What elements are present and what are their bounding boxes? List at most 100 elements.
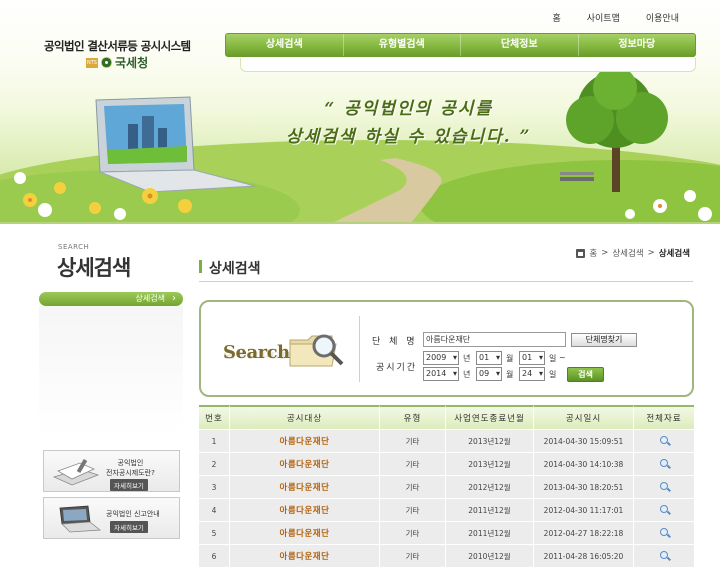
row-no: 5 [199, 522, 229, 544]
home-icon[interactable] [576, 248, 586, 258]
magnifier-icon[interactable] [660, 459, 668, 467]
row-date: 2014-04-30 15:09:51 [533, 430, 633, 452]
breadcrumb-current: 상세검색 [658, 249, 690, 259]
from-month-unit: 월 [506, 354, 514, 363]
row-fiscal-end: 2012년12월 [445, 476, 533, 498]
util-link-guide[interactable]: 이용안내 [633, 11, 692, 24]
nav-item-info-plaza[interactable]: 정보마당 [577, 34, 696, 56]
folder-magnifier-icon [289, 334, 344, 367]
from-year-select[interactable]: 2009 [423, 351, 459, 365]
from-day-select[interactable]: 01 [519, 351, 545, 365]
row-no: 2 [199, 453, 229, 475]
row-fiscal-end: 2011년12월 [445, 499, 533, 521]
search-logo-reflection: Search [223, 349, 293, 361]
row-fiscal-end: 2011년12월 [445, 522, 533, 544]
row-type: 기타 [379, 522, 445, 544]
slogan-line-2: 상세검색 하실 수 있습니다. ” [286, 127, 532, 147]
row-org-link[interactable]: 아름다운재단 [229, 545, 379, 567]
row-fiscal-end: 2010년12월 [445, 545, 533, 567]
row-view-cell [633, 499, 694, 521]
agency-logo[interactable]: NTS 국세청 [86, 54, 148, 71]
table-row: 2 아름다운재단 기타 2013년12월 2014-04-30 14:10:38 [199, 453, 694, 475]
from-month-select[interactable]: 01 [476, 351, 502, 365]
row-org-link[interactable]: 아름다운재단 [229, 453, 379, 475]
row-date: 2014-04-30 14:10:38 [533, 453, 633, 475]
row-no: 6 [199, 545, 229, 567]
row-no: 4 [199, 499, 229, 521]
row-view-cell [633, 522, 694, 544]
magnifier-icon[interactable] [660, 528, 668, 536]
to-year-unit: 년 [463, 370, 471, 379]
to-month-unit: 월 [506, 370, 514, 379]
row-date: 2011-04-28 16:05:20 [533, 545, 633, 567]
magnifier-icon[interactable] [660, 482, 668, 490]
row-view-cell [633, 430, 694, 452]
nav-item-detail-search[interactable]: 상세검색 [226, 34, 343, 56]
breadcrumb: 홈 > 상세검색 > 상세검색 [576, 247, 690, 259]
col-header-date: 공시일시 [533, 405, 633, 429]
to-day-select[interactable]: 24 [519, 367, 545, 381]
row-org-link[interactable]: 아름다운재단 [229, 499, 379, 521]
search-divider [359, 316, 360, 382]
results-table: 번호 공시대상 유형 사업연도종료년월 공시일시 전체자료 1 아름다운재단 기… [199, 404, 694, 568]
row-date: 2012-04-27 18:22:18 [533, 522, 633, 544]
search-button[interactable]: 검색 [567, 367, 604, 382]
to-year-select[interactable]: 2014 [423, 367, 459, 381]
row-no: 3 [199, 476, 229, 498]
sidebar-item-detail-search[interactable]: 상세검색 [39, 292, 183, 306]
nav-item-org-info[interactable]: 단체정보 [460, 34, 578, 56]
row-date: 2013-04-30 18:20:51 [533, 476, 633, 498]
col-header-all-data: 전체자료 [633, 405, 694, 429]
breadcrumb-separator-icon: > [601, 248, 609, 258]
util-link-home[interactable]: 홈 [539, 11, 573, 24]
agency-name: 국세청 [115, 56, 149, 70]
row-type: 기타 [379, 453, 445, 475]
to-day-unit: 일 [549, 370, 557, 379]
util-link-sitemap[interactable]: 사이트맵 [574, 11, 633, 24]
period-label: 공시기간 [376, 363, 418, 373]
title-divider [199, 281, 693, 282]
utility-nav: 홈 사이트맵 이용안내 [539, 11, 692, 24]
row-type: 기타 [379, 499, 445, 521]
magnifier-icon[interactable] [660, 551, 668, 559]
row-org-link[interactable]: 아름다운재단 [229, 522, 379, 544]
table-row: 5 아름다운재단 기타 2011년12월 2012-04-27 18:22:18 [199, 522, 694, 544]
table-row: 3 아름다운재단 기타 2012년12월 2013-04-30 18:20:51 [199, 476, 694, 498]
table-header-row: 번호 공시대상 유형 사업연도종료년월 공시일시 전체자료 [199, 405, 694, 429]
date-range-tilde: ~ [559, 353, 566, 362]
main-nav: 상세검색 유형별검색 단체정보 정보마당 [225, 33, 696, 57]
site-title[interactable]: 공익법인 결산서류등 공시시스템 [44, 38, 191, 54]
sub-nav-bar [240, 58, 696, 72]
banner-filing-guide-text: 공익법인 신고안내 [106, 510, 160, 518]
row-org-link[interactable]: 아름다운재단 [229, 476, 379, 498]
magnifier-icon[interactable] [660, 436, 668, 444]
nts-badge: NTS [86, 57, 98, 68]
breadcrumb-parent[interactable]: 상세검색 [612, 247, 643, 259]
banner-filing-guide[interactable]: 공익법인 신고안내 자세히보기 [43, 497, 180, 539]
row-type: 기타 [379, 545, 445, 567]
slogan: “ 공익법인의 공시를 상세검색 하실 수 있습니다. ” [286, 95, 531, 151]
header: 공익법인 결산서류등 공시시스템 NTS 국세청 홈 사이트맵 이용안내 상세검… [0, 0, 720, 224]
magnifier-icon[interactable] [660, 505, 668, 513]
nav-item-type-search[interactable]: 유형별검색 [342, 34, 461, 56]
laptop-icon [59, 505, 102, 533]
find-org-button[interactable]: 단체명찾기 [571, 333, 637, 347]
from-year-unit: 년 [463, 354, 471, 363]
breadcrumb-home[interactable]: 홈 [589, 247, 597, 259]
col-header-no: 번호 [199, 405, 229, 429]
banner-e-disclosure-more-button[interactable]: 자세히보기 [110, 479, 148, 491]
row-fiscal-end: 2013년12월 [445, 453, 533, 475]
org-name-input[interactable]: 아름다운재단 [423, 332, 566, 347]
row-org-link[interactable]: 아름다운재단 [229, 430, 379, 452]
banner-e-disclosure[interactable]: 공익법인 전자공시제도란? 자세히보기 [43, 450, 180, 492]
banner-filing-guide-more-button[interactable]: 자세히보기 [110, 521, 148, 533]
breadcrumb-separator-icon: > [647, 248, 655, 258]
org-name-label: 단 체 명 [372, 337, 418, 347]
row-type: 기타 [379, 476, 445, 498]
table-row: 4 아름다운재단 기타 2011년12월 2012-04-30 11:17:01 [199, 499, 694, 521]
sidebar-background [39, 306, 183, 436]
slogan-line-1: “ 공익법인의 공시를 [324, 99, 494, 119]
row-view-cell [633, 453, 694, 475]
row-view-cell [633, 545, 694, 567]
to-month-select[interactable]: 09 [476, 367, 502, 381]
